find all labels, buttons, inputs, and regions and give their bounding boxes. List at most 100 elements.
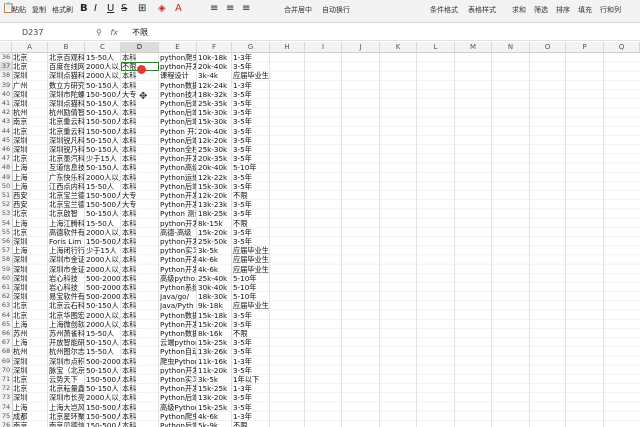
- filter-button[interactable]: 筛选: [534, 5, 548, 15]
- cell-c[interactable]: 50-150人: [86, 81, 120, 90]
- cell-c[interactable]: 50-150人: [86, 108, 120, 117]
- sort-button[interactable]: 排序: [556, 5, 570, 15]
- cell-e[interactable]: Python自动: [160, 347, 196, 356]
- row-number[interactable]: 43: [0, 117, 12, 126]
- cell-f[interactable]: 4k-6k: [198, 265, 231, 274]
- cell-a[interactable]: 广州: [13, 81, 47, 90]
- cell-b[interactable]: 北京宝兰德: [49, 200, 84, 209]
- row-col-button[interactable]: 行和列: [600, 5, 621, 15]
- cell-g[interactable]: 1-3年: [233, 384, 269, 393]
- cell-a[interactable]: 上海: [13, 320, 47, 329]
- cell-b[interactable]: 深圳市点积: [49, 357, 84, 366]
- cell-e[interactable]: Python后端: [160, 99, 196, 108]
- cell-e[interactable]: Python后端: [160, 182, 196, 191]
- cell-c[interactable]: 2000人以上: [86, 173, 120, 182]
- cell-c[interactable]: 2000人以上: [86, 311, 120, 320]
- row-number[interactable]: 47: [0, 154, 12, 163]
- cell-b[interactable]: 上海微创软: [49, 320, 84, 329]
- cell-e[interactable]: Python数据: [160, 311, 196, 320]
- cell-b[interactable]: 北京墨汽科: [49, 154, 84, 163]
- cell-d[interactable]: 本科: [122, 311, 158, 320]
- cell-e[interactable]: 爬虫Python: [160, 357, 196, 366]
- cell-b[interactable]: 上海江腾科: [49, 219, 84, 228]
- cell-a[interactable]: 杭州: [13, 347, 47, 356]
- cell-d[interactable]: 本科: [122, 375, 158, 384]
- cell-b[interactable]: 北京重云科: [49, 127, 84, 136]
- cell-f[interactable]: 4k-6k: [198, 412, 231, 421]
- cell-d[interactable]: 本科: [122, 274, 158, 283]
- cell-b[interactable]: 深圳市金证: [49, 255, 84, 264]
- row-number[interactable]: 76: [0, 421, 12, 427]
- cell-a[interactable]: 深圳: [13, 237, 47, 246]
- cell-c[interactable]: 15-50人: [86, 219, 120, 228]
- cell-a[interactable]: 深圳: [13, 357, 47, 366]
- cell-c[interactable]: 150-500人: [86, 90, 120, 99]
- merge-center-button[interactable]: 合并居中: [284, 5, 312, 15]
- column-header-a[interactable]: A: [12, 42, 48, 52]
- row-number[interactable]: 74: [0, 403, 12, 412]
- cell-e[interactable]: Python开发: [160, 320, 196, 329]
- cell-c[interactable]: 50-150人: [86, 99, 120, 108]
- cell-a[interactable]: 上海: [13, 219, 47, 228]
- row-number[interactable]: 69: [0, 357, 12, 366]
- cell-e[interactable]: Python数据: [160, 81, 196, 90]
- row-number[interactable]: 55: [0, 228, 12, 237]
- cell-g[interactable]: 不限: [233, 219, 269, 228]
- cell-g[interactable]: 3-5年: [233, 173, 269, 182]
- align-left-icon[interactable]: ≡: [210, 3, 218, 15]
- cell-g[interactable]: 3-5年: [233, 117, 269, 126]
- strikethrough-button[interactable]: S: [121, 3, 127, 15]
- cell-b[interactable]: 深圳锐凡科: [49, 136, 84, 145]
- cell-g[interactable]: 1年以下: [233, 375, 269, 384]
- cell-d[interactable]: 本科: [122, 209, 158, 218]
- cell-f[interactable]: 3k-5k: [198, 246, 231, 255]
- cell-b[interactable]: 杭州励倩智: [49, 108, 84, 117]
- cell-f[interactable]: 20k-35k: [198, 154, 231, 163]
- cell-c[interactable]: 2000人以上: [86, 255, 120, 264]
- column-header-q[interactable]: Q: [604, 42, 640, 52]
- cell-e[interactable]: python开发: [160, 237, 196, 246]
- cell-c[interactable]: 150-500人: [86, 117, 120, 126]
- cell-a[interactable]: 北京: [13, 154, 47, 163]
- cell-a[interactable]: 深圳: [13, 71, 47, 80]
- cell-g[interactable]: 应届毕业生: [233, 301, 269, 310]
- cell-b[interactable]: 深圳点猫科: [49, 99, 84, 108]
- row-number[interactable]: 67: [0, 338, 12, 347]
- cell-e[interactable]: Python开发: [160, 191, 196, 200]
- cell-a[interactable]: 上海: [13, 246, 47, 255]
- cell-g[interactable]: 3-5年: [233, 62, 269, 71]
- row-number[interactable]: 70: [0, 366, 12, 375]
- cell-f[interactable]: 12k-20k: [198, 136, 231, 145]
- select-all-corner[interactable]: [0, 42, 12, 52]
- cell-c[interactable]: 500-2000人: [86, 357, 120, 366]
- cell-g[interactable]: 3-5年: [233, 228, 269, 237]
- cell-a[interactable]: 北京: [13, 311, 47, 320]
- cell-d[interactable]: 本科: [122, 421, 158, 427]
- row-number[interactable]: 50: [0, 182, 12, 191]
- column-header-c[interactable]: C: [85, 42, 121, 52]
- cell-d[interactable]: 本科: [122, 347, 158, 356]
- cell-a[interactable]: 深圳: [13, 145, 47, 154]
- cell-c[interactable]: 2000人以上: [86, 265, 120, 274]
- conditional-format-button[interactable]: 条件格式: [430, 5, 458, 15]
- row-number[interactable]: 65: [0, 320, 12, 329]
- cell-g[interactable]: 应届毕业生: [233, 255, 269, 264]
- cell-a[interactable]: 上海: [13, 182, 47, 191]
- cell-d[interactable]: 本科: [122, 320, 158, 329]
- cell-f[interactable]: 30k-40k: [198, 283, 231, 292]
- cell-b[interactable]: 易宝软件有: [49, 292, 84, 301]
- cell-f[interactable]: 25k-30k: [198, 145, 231, 154]
- cell-c[interactable]: 2000人以上: [86, 228, 120, 237]
- column-header-k[interactable]: K: [380, 42, 417, 52]
- cell-c[interactable]: 2000人以上: [86, 71, 120, 80]
- cell-a[interactable]: 上海: [13, 163, 47, 172]
- cell-c[interactable]: 150-500人: [86, 375, 120, 384]
- cell-c[interactable]: 15-50人: [86, 182, 120, 191]
- cell-f[interactable]: 15k-25k: [198, 338, 231, 347]
- cell-d[interactable]: 本科: [122, 108, 158, 117]
- row-number[interactable]: 60: [0, 274, 12, 283]
- cell-c[interactable]: 少于15人: [86, 154, 120, 163]
- cell-d[interactable]: 本科: [122, 329, 158, 338]
- column-header-e[interactable]: E: [159, 42, 197, 52]
- row-number[interactable]: 61: [0, 283, 12, 292]
